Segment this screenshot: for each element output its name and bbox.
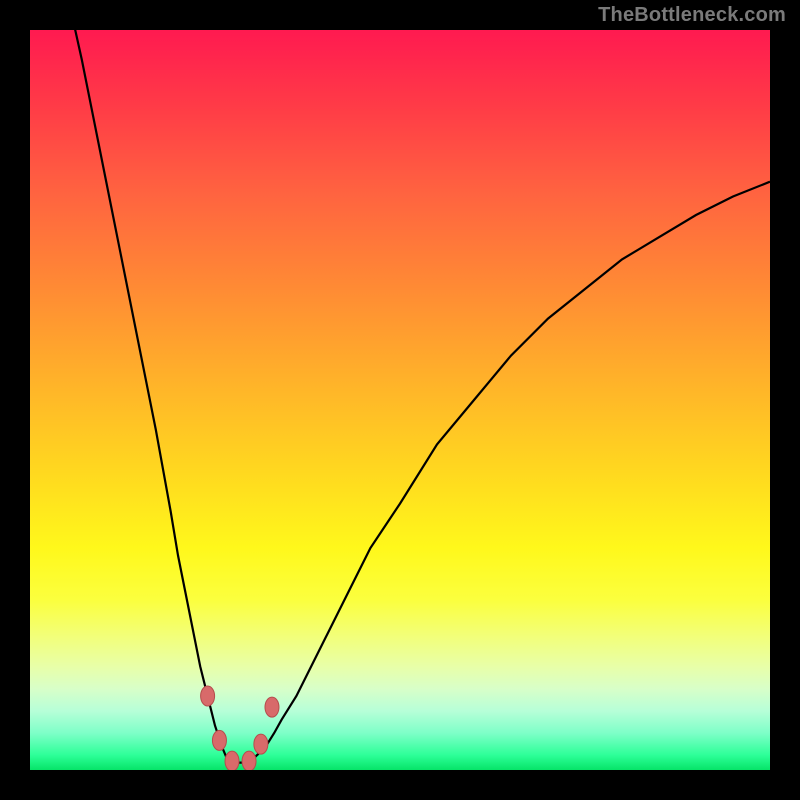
valley-marker-2 xyxy=(225,751,239,770)
curve-right-branch xyxy=(252,182,770,760)
valley-marker-0 xyxy=(201,686,215,706)
chart-svg xyxy=(30,30,770,770)
watermark-text: TheBottleneck.com xyxy=(598,4,786,27)
valley-markers xyxy=(201,686,279,770)
plot-area xyxy=(30,30,770,770)
curve-left-branch xyxy=(67,30,230,761)
valley-marker-4 xyxy=(254,734,268,754)
valley-marker-5 xyxy=(265,697,279,717)
valley-marker-1 xyxy=(212,730,226,750)
valley-marker-3 xyxy=(242,751,256,770)
chart-frame: TheBottleneck.com xyxy=(0,0,800,800)
